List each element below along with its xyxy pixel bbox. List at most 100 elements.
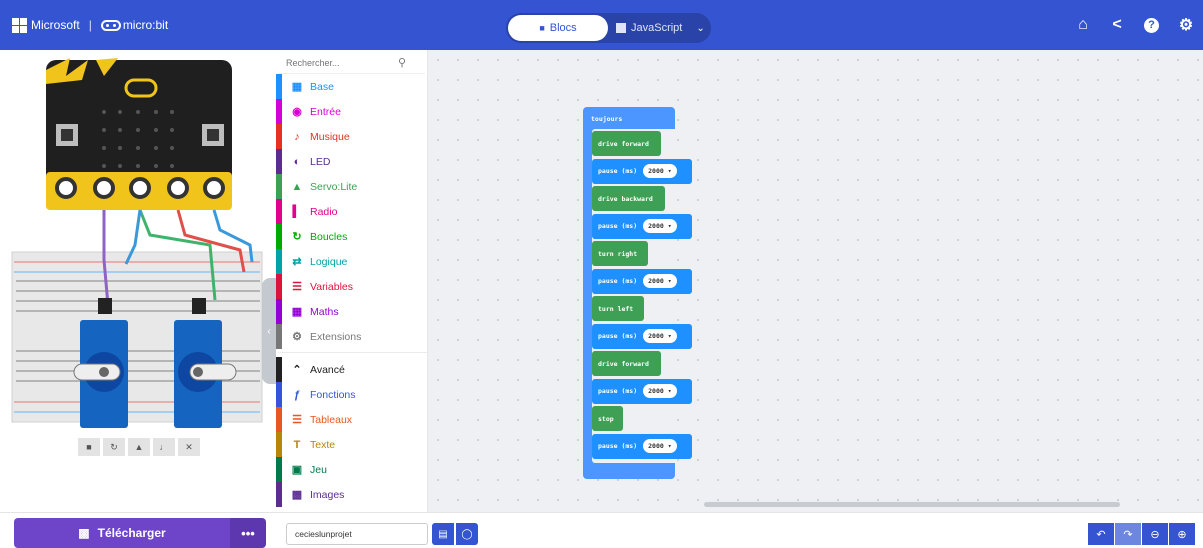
- servo-block[interactable]: turn left: [592, 296, 644, 321]
- servo-block[interactable]: turn right: [592, 241, 648, 266]
- share-icon[interactable]: <: [1100, 0, 1134, 50]
- home-icon[interactable]: ⌂: [1066, 0, 1100, 50]
- servo-block[interactable]: drive forward: [592, 351, 661, 376]
- servo-block[interactable]: drive backward: [592, 186, 665, 211]
- category-variables[interactable]: ☰ Variables: [276, 274, 427, 299]
- category-musique[interactable]: ♪ Musique: [276, 124, 427, 149]
- forever-block[interactable]: toujours drive forward pause (ms) 2000 ▾ dr…: [583, 107, 692, 479]
- category-logique[interactable]: ⇄ Logique: [276, 249, 427, 274]
- category-icon: ♪: [294, 130, 300, 143]
- category-avancé[interactable]: ⌃ Avancé: [276, 357, 427, 382]
- javascript-mode-button[interactable]: JavaScript: [616, 22, 682, 34]
- pause-value-dropdown[interactable]: 2000 ▾: [643, 439, 677, 453]
- block-label: drive forward: [598, 139, 649, 148]
- category-label: Tableaux: [310, 413, 353, 426]
- category-entrée[interactable]: ◉ Entrée: [276, 99, 427, 124]
- category-boucles[interactable]: ↻ Boucles: [276, 224, 427, 249]
- block-label: stop: [598, 414, 614, 423]
- fullscreen-icon[interactable]: ✕: [178, 438, 200, 456]
- chevron-down-icon[interactable]: ⌄: [696, 23, 704, 34]
- category-texte[interactable]: T Texte: [276, 432, 427, 457]
- download-icon: ▩: [78, 526, 90, 540]
- collapse-simulator-handle[interactable]: ‹: [262, 278, 276, 384]
- category-servo-lite[interactable]: ▲ Servo:Lite: [276, 174, 427, 199]
- simulator-board-image[interactable]: [0, 50, 276, 470]
- javascript-mode-label: JavaScript: [631, 22, 683, 34]
- category-icon: ▣: [291, 464, 303, 476]
- brand[interactable]: Microsoft | micro:bit: [12, 17, 168, 33]
- toolbox-search: ⚲: [278, 52, 425, 74]
- download-label: Télécharger: [97, 526, 166, 540]
- settings-icon[interactable]: ⚙: [1169, 0, 1203, 50]
- stop-icon[interactable]: ■: [78, 438, 100, 456]
- block-label: turn left: [598, 304, 634, 313]
- category-label: Logique: [310, 255, 348, 268]
- block-label: pause (ms): [598, 277, 638, 285]
- category-icon: ▩: [291, 489, 303, 501]
- bottom-bar: ▩ Télécharger ••• ▤ ◯ ↶ ↷ ⊖ ⊕: [0, 512, 1203, 548]
- category-divider: [276, 349, 427, 353]
- category-radio[interactable]: ▍ Radio: [276, 199, 427, 224]
- category-icon: ☰: [292, 281, 302, 293]
- redo-icon[interactable]: ↷: [1115, 523, 1141, 545]
- category-icon: T: [293, 438, 301, 451]
- category-icon: ⇄: [292, 256, 302, 268]
- block-label: pause (ms): [598, 442, 638, 450]
- category-jeu[interactable]: ▣ Jeu: [276, 457, 427, 482]
- block-label: pause (ms): [598, 387, 638, 395]
- category-label: Musique: [310, 130, 350, 143]
- search-input[interactable]: [278, 57, 398, 68]
- category-icon: ⌃: [292, 364, 302, 376]
- category-fonctions[interactable]: ƒ Fonctions: [276, 382, 427, 407]
- pause-value-dropdown[interactable]: 2000 ▾: [643, 219, 677, 233]
- save-button[interactable]: ▤: [432, 523, 454, 545]
- category-icon: ▦: [291, 306, 303, 318]
- category-label: Radio: [310, 205, 338, 218]
- category-base[interactable]: ▦ Base: [276, 74, 427, 99]
- mute-icon[interactable]: ♩: [153, 438, 175, 456]
- zoom-in-icon[interactable]: ⊕: [1169, 523, 1195, 545]
- servo-block[interactable]: stop: [592, 406, 623, 431]
- download-button[interactable]: ▩ Télécharger: [14, 518, 230, 548]
- pause-block[interactable]: pause (ms) 2000 ▾: [592, 433, 692, 459]
- download-more-button[interactable]: •••: [230, 518, 266, 548]
- category-led[interactable]: ◐ LED: [276, 149, 427, 174]
- category-images[interactable]: ▩ Images: [276, 482, 427, 507]
- simulator-panel: ‹ ■ ↻ ▲ ♩ ✕: [0, 50, 276, 512]
- pause-block[interactable]: pause (ms) 2000 ▾: [592, 323, 692, 349]
- category-icon: ƒ: [293, 388, 301, 401]
- category-icon: ▲: [291, 180, 303, 193]
- blocks-workspace[interactable]: toujours drive forward pause (ms) 2000 ▾ dr…: [428, 50, 1203, 512]
- top-bar: Microsoft | micro:bit ■ Blocs JavaScript…: [0, 0, 1203, 50]
- pause-block[interactable]: pause (ms) 2000 ▾: [592, 158, 692, 184]
- category-maths[interactable]: ▦ Maths: [276, 299, 427, 324]
- undo-icon[interactable]: ↶: [1088, 523, 1114, 545]
- blocks-toolbox: ⚲ ▦ Base ◉ Entrée ♪ Musique ◐ LED ▲ Servo:Lite ▍ Ra…: [276, 50, 428, 512]
- horizontal-scrollbar[interactable]: [704, 502, 1120, 507]
- debug-icon[interactable]: ▲: [128, 438, 150, 456]
- servo-block[interactable]: drive forward: [592, 131, 661, 156]
- blocks-mode-button[interactable]: ■ Blocs: [508, 15, 608, 41]
- category-label: Base: [310, 80, 334, 93]
- project-name-input[interactable]: [286, 523, 428, 545]
- category-extensions[interactable]: ⚙ Extensions: [276, 324, 427, 349]
- pause-value-dropdown[interactable]: 2000 ▾: [643, 274, 677, 288]
- pause-value-dropdown[interactable]: 2000 ▾: [643, 329, 677, 343]
- zoom-out-icon[interactable]: ⊖: [1142, 523, 1168, 545]
- pause-value-dropdown[interactable]: 2000 ▾: [643, 384, 677, 398]
- pause-block[interactable]: pause (ms) 2000 ▾: [592, 268, 692, 294]
- category-tableaux[interactable]: ☰ Tableaux: [276, 407, 427, 432]
- github-button[interactable]: ◯: [456, 523, 478, 545]
- pause-block[interactable]: pause (ms) 2000 ▾: [592, 378, 692, 404]
- pause-block[interactable]: pause (ms) 2000 ▾: [592, 213, 692, 239]
- category-label: Entrée: [310, 105, 341, 118]
- block-label: drive backward: [598, 194, 653, 203]
- help-icon[interactable]: ?: [1144, 17, 1159, 33]
- search-icon[interactable]: ⚲: [398, 56, 406, 69]
- restart-icon[interactable]: ↻: [103, 438, 125, 456]
- pause-value-dropdown[interactable]: 2000 ▾: [643, 164, 677, 178]
- github-icon: ◯: [461, 528, 473, 540]
- category-label: Texte: [310, 438, 336, 451]
- brand-divider: |: [88, 18, 92, 32]
- blocks-mode-label: Blocs: [549, 22, 577, 34]
